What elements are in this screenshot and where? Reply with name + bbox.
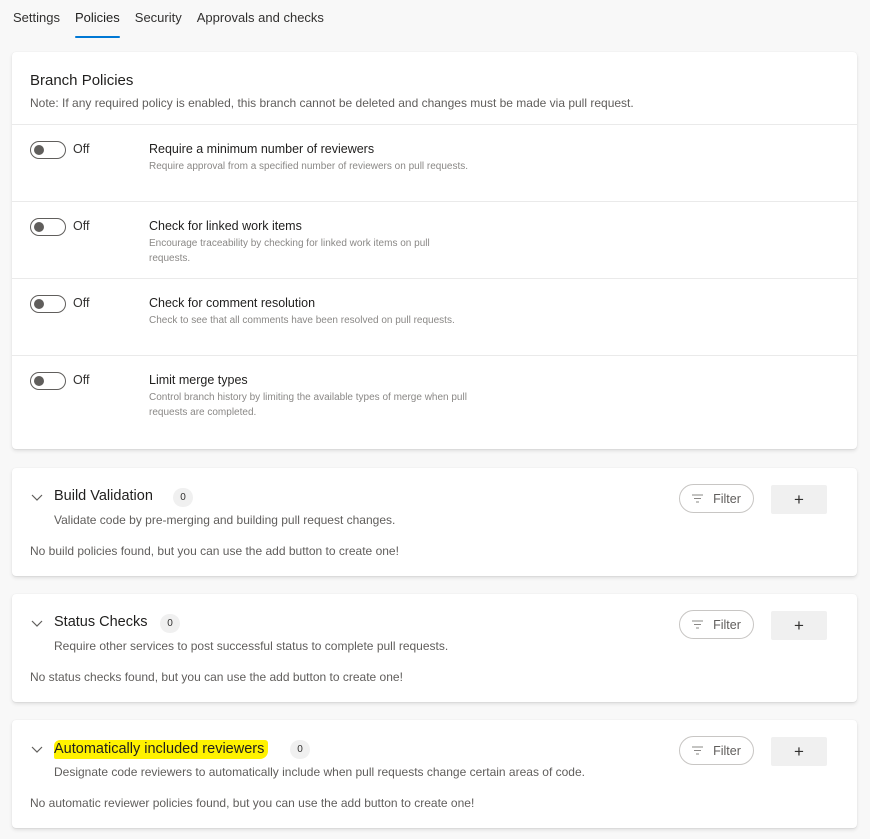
empty-state-message: No status checks found, but you can use … bbox=[30, 670, 403, 684]
filter-icon bbox=[692, 746, 704, 755]
tab-approvals-and-checks[interactable]: Approvals and checks bbox=[197, 0, 324, 38]
comment-resolution-toggle[interactable] bbox=[30, 295, 66, 313]
empty-state-message: No automatic reviewer policies found, bu… bbox=[30, 796, 475, 810]
chevron-down-icon[interactable] bbox=[30, 616, 44, 630]
branch-policies-card: Branch Policies Note: If any required po… bbox=[12, 52, 857, 449]
policy-row-min-reviewers: Off Require a minimum number of reviewer… bbox=[12, 125, 857, 202]
status-checks-card: Status Checks 0 Require other services t… bbox=[12, 594, 857, 702]
filter-button[interactable]: Filter bbox=[679, 484, 754, 513]
toggle-knob bbox=[34, 376, 44, 386]
toggle-knob bbox=[34, 299, 44, 309]
policy-title: Check for comment resolution bbox=[149, 296, 316, 310]
auto-reviewers-card: Automatically included reviewers 0 Desig… bbox=[12, 720, 857, 828]
count-badge: 0 bbox=[160, 614, 180, 633]
filter-label: Filter bbox=[713, 617, 741, 632]
policy-row-linked-work-items: Off Check for linked work items Encourag… bbox=[12, 202, 857, 279]
policy-row-limit-merge-types: Off Limit merge types Control branch his… bbox=[12, 356, 857, 433]
tab-policies[interactable]: Policies bbox=[74, 0, 120, 38]
empty-state-message: No build policies found, but you can use… bbox=[30, 544, 399, 558]
policy-title: Limit merge types bbox=[149, 373, 248, 387]
section-title: Build Validation bbox=[54, 488, 153, 504]
section-description: Designate code reviewers to automaticall… bbox=[54, 765, 585, 779]
chevron-down-icon[interactable] bbox=[30, 742, 44, 756]
settings-tabs: Settings Policies Security Approvals and… bbox=[0, 0, 870, 40]
toggle-knob bbox=[34, 145, 44, 155]
toggle-state-label: Off bbox=[73, 142, 90, 156]
policy-title: Check for linked work items bbox=[149, 219, 302, 233]
filter-icon bbox=[692, 494, 704, 503]
add-button[interactable]: + bbox=[771, 737, 827, 766]
branch-policies-title: Branch Policies bbox=[30, 72, 134, 89]
filter-button[interactable]: Filter bbox=[679, 736, 754, 765]
policy-description: Check to see that all comments have been… bbox=[149, 315, 455, 326]
policy-description: Require approval from a specified number… bbox=[149, 161, 469, 172]
policy-row-comment-resolution: Off Check for comment resolution Check t… bbox=[12, 279, 857, 356]
min-reviewers-toggle[interactable] bbox=[30, 141, 66, 159]
section-title: Automatically included reviewers bbox=[54, 740, 269, 759]
policy-description: Control branch history by limiting the a… bbox=[149, 392, 467, 418]
tab-settings[interactable]: Settings bbox=[13, 0, 60, 38]
count-badge: 0 bbox=[290, 740, 310, 759]
count-badge: 0 bbox=[173, 488, 193, 507]
add-button[interactable]: + bbox=[771, 611, 827, 640]
build-validation-card: Build Validation 0 Validate code by pre-… bbox=[12, 468, 857, 576]
toggle-state-label: Off bbox=[73, 296, 90, 310]
branch-policies-note: Note: If any required policy is enabled,… bbox=[30, 96, 634, 110]
filter-label: Filter bbox=[713, 491, 741, 506]
filter-label: Filter bbox=[713, 743, 741, 758]
section-description: Validate code by pre-merging and buildin… bbox=[54, 513, 396, 527]
section-title: Status Checks bbox=[54, 614, 148, 630]
toggle-knob bbox=[34, 222, 44, 232]
policy-description: Encourage traceability by checking for l… bbox=[149, 238, 430, 264]
linked-work-items-toggle[interactable] bbox=[30, 218, 66, 236]
toggle-state-label: Off bbox=[73, 373, 90, 387]
filter-icon bbox=[692, 620, 704, 629]
policy-title: Require a minimum number of reviewers bbox=[149, 142, 375, 156]
branch-policies-header: Branch Policies Note: If any required po… bbox=[12, 52, 857, 125]
add-button[interactable]: + bbox=[771, 485, 827, 514]
section-description: Require other services to post successfu… bbox=[54, 639, 449, 653]
limit-merge-types-toggle[interactable] bbox=[30, 372, 66, 390]
toggle-state-label: Off bbox=[73, 219, 90, 233]
chevron-down-icon[interactable] bbox=[30, 490, 44, 504]
filter-button[interactable]: Filter bbox=[679, 610, 754, 639]
tab-security[interactable]: Security bbox=[135, 0, 182, 38]
